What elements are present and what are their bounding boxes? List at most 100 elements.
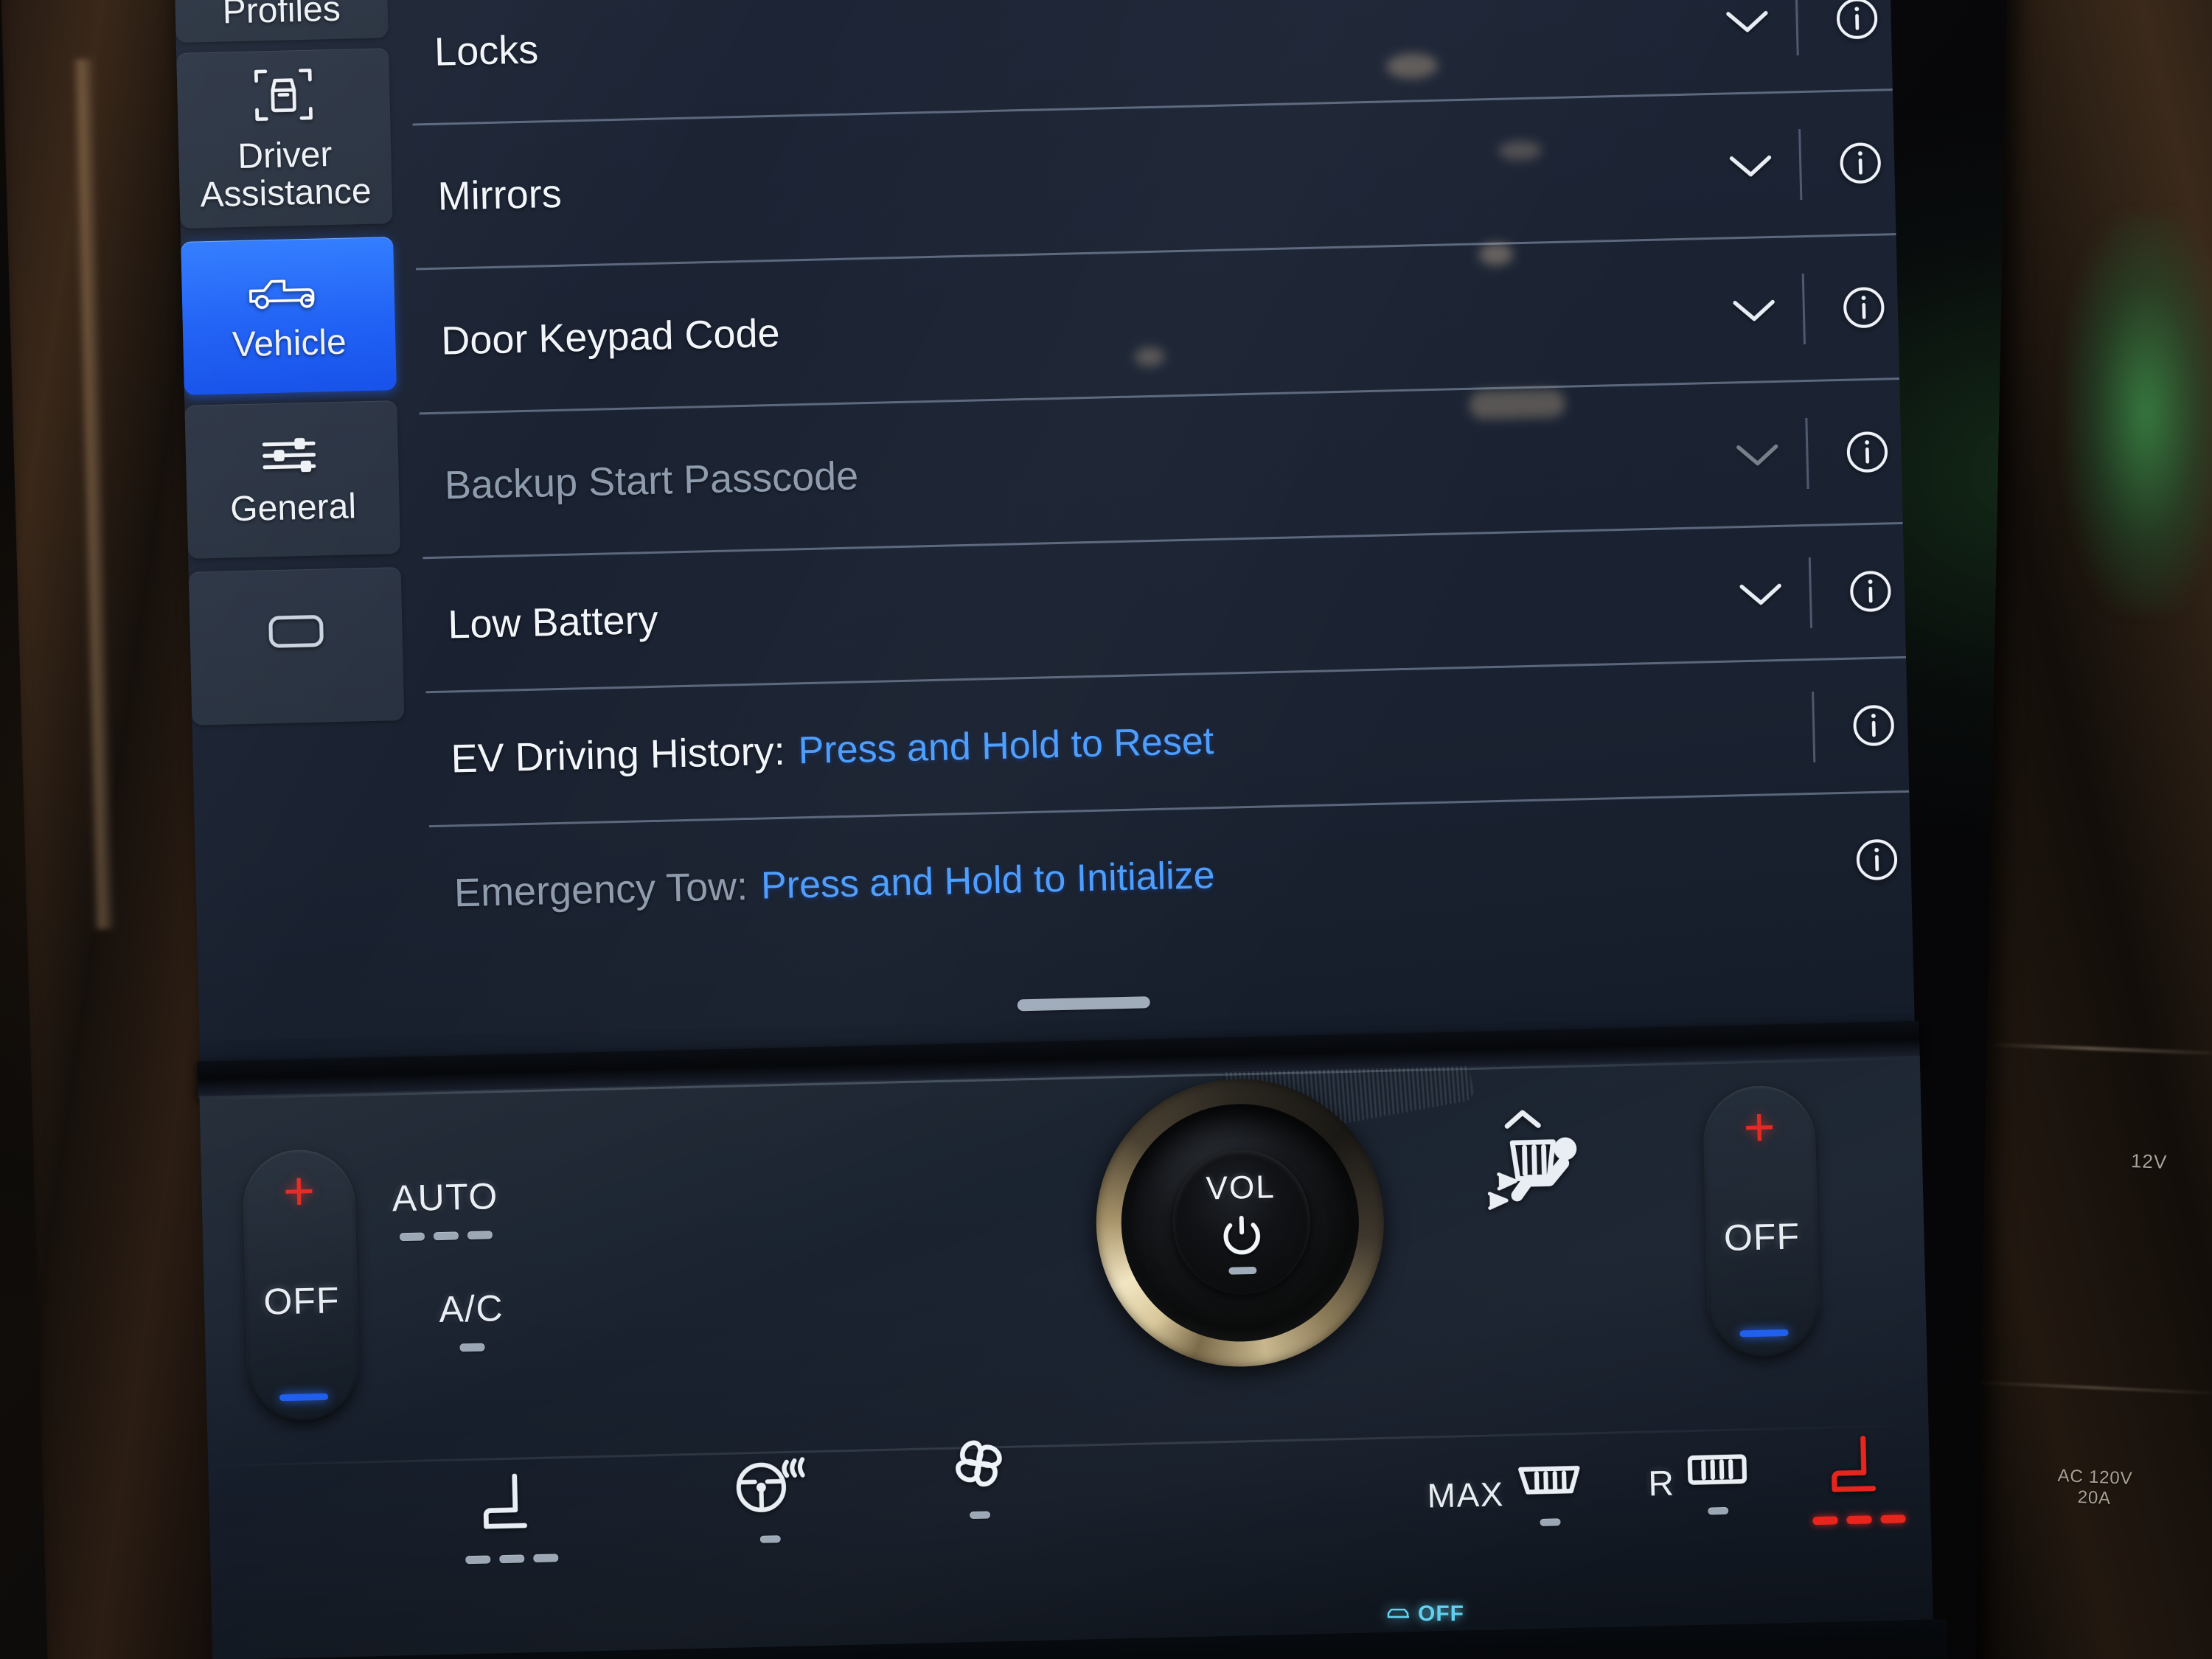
ambient-green-glow <box>2065 214 2212 612</box>
temp-up-icon[interactable]: + <box>282 1160 316 1222</box>
row-label: Door Keypad Code <box>440 310 781 364</box>
heated-steering-wheel-button[interactable] <box>730 1453 809 1543</box>
sidebar-item-vehicle[interactable]: Vehicle <box>181 237 397 395</box>
divider <box>1812 691 1816 762</box>
divider <box>1808 557 1813 628</box>
chevron-down-icon[interactable] <box>1716 578 1805 610</box>
volume-knob[interactable]: VOL <box>1093 1055 1475 1370</box>
row-controls <box>1785 824 1911 897</box>
sidebar-item-label: Driver Assistance <box>199 135 372 215</box>
info-icon[interactable] <box>1823 0 1891 42</box>
ac-button[interactable]: A/C <box>439 1287 505 1352</box>
dashboard-photo: 12V AC 120V 20A Personal Profiles <box>0 0 2212 1659</box>
heated-seat-right-button[interactable] <box>1811 1430 1906 1526</box>
divider <box>1798 128 1803 200</box>
left-climate-off-label[interactable]: OFF <box>263 1279 340 1323</box>
right-climate-off-label[interactable]: OFF <box>1723 1214 1800 1259</box>
row-label: Mirrors <box>437 171 563 219</box>
chevron-down-icon[interactable] <box>1706 150 1795 181</box>
sliders-icon <box>258 431 325 479</box>
infotainment-screen[interactable]: Personal Profiles <box>174 0 1915 1066</box>
label-ac-line1: AC 120V <box>2057 1465 2133 1489</box>
row-label: EV Driving History: <box>451 728 786 781</box>
row-controls <box>1712 416 1902 491</box>
heated-seat-icon <box>1824 1431 1892 1503</box>
rear-defrost-indicator <box>1708 1506 1729 1515</box>
panel-reflection <box>199 1055 1934 1659</box>
sidebar-item-display[interactable] <box>188 566 405 726</box>
sidebar-item-label: Vehicle <box>232 322 347 364</box>
airflow-direction-button[interactable] <box>1475 1105 1593 1233</box>
row-controls <box>1709 271 1899 347</box>
fan-speed-button[interactable] <box>943 1428 1015 1520</box>
max-front-defrost-button[interactable]: MAX <box>1427 1459 1586 1529</box>
info-icon[interactable] <box>1843 836 1911 883</box>
vehicle-off-indicator: OFF <box>1386 1601 1464 1627</box>
info-icon[interactable] <box>1839 701 1907 748</box>
row-label: Locks <box>434 27 539 74</box>
volume-label: VOL <box>1206 1169 1276 1207</box>
max-label: MAX <box>1427 1475 1505 1515</box>
center-console: Personal Profiles <box>174 0 1949 1659</box>
heated-wheel-indicator <box>759 1535 781 1543</box>
front-defrost-icon <box>1514 1459 1586 1511</box>
row-label: Backup Start Passcode <box>444 453 859 508</box>
temp-down-icon[interactable] <box>1739 1329 1789 1338</box>
sidebar-item-driver-assistance[interactable]: Driver Assistance <box>176 48 393 229</box>
initialize-emergency-tow-action[interactable]: Press and Hold to Initialize <box>760 853 1215 908</box>
row-controls <box>1782 689 1908 762</box>
power-icon <box>1217 1212 1267 1262</box>
right-temperature-rocker[interactable]: + OFF <box>1702 1085 1821 1360</box>
label-12v-outlet: 12V <box>2130 1150 2168 1173</box>
auto-climate-button[interactable]: AUTO <box>392 1175 499 1242</box>
left-temperature-rocker[interactable]: + OFF <box>242 1148 361 1425</box>
sidebar-item-label: Personal Profiles <box>222 0 341 32</box>
ac-indicator <box>459 1343 485 1352</box>
row-controls <box>1716 554 1905 630</box>
max-defrost-indicator <box>1540 1518 1561 1526</box>
panel-drag-handle[interactable] <box>1017 996 1150 1012</box>
power-indicator <box>1228 1266 1257 1275</box>
auto-label: AUTO <box>392 1175 499 1220</box>
row-label: Low Battery <box>447 597 659 647</box>
chevron-down-icon[interactable] <box>1709 294 1798 326</box>
label-ac-outlet: AC 120V 20A <box>2056 1466 2133 1511</box>
pickup-truck-icon <box>246 268 330 315</box>
airflow-direction-icon <box>1475 1105 1593 1233</box>
row-label: Emergency Tow: <box>453 864 748 916</box>
vehicle-off-label: OFF <box>1418 1601 1464 1626</box>
rear-defrost-icon <box>1683 1449 1752 1499</box>
divider <box>1795 0 1799 55</box>
chevron-down-icon[interactable] <box>1713 439 1802 470</box>
heated-seat-indicator <box>1812 1514 1906 1526</box>
heated-steering-wheel-icon <box>730 1453 808 1523</box>
settings-sidebar: Personal Profiles <box>174 0 421 1066</box>
chevron-down-icon[interactable] <box>1703 5 1792 37</box>
info-icon[interactable] <box>1826 139 1894 187</box>
divider <box>1805 417 1809 489</box>
temp-up-icon[interactable]: + <box>1742 1096 1775 1158</box>
row-controls <box>1703 0 1892 58</box>
info-icon[interactable] <box>1836 567 1905 614</box>
ac-label: A/C <box>438 1287 504 1331</box>
rear-defrost-button[interactable]: R <box>1647 1449 1752 1516</box>
fan-icon <box>943 1428 1014 1499</box>
car-icon <box>1386 1605 1411 1623</box>
climate-control-panel: + OFF AUTO A/C VOL + OFF MAX R <box>199 1055 1934 1659</box>
reset-ev-history-action[interactable]: Press and Hold to Reset <box>798 719 1214 773</box>
sidebar-item-personal-profiles[interactable]: Personal Profiles <box>174 0 389 43</box>
seat-icon <box>476 1469 545 1543</box>
settings-list[interactable]: Locks Mirrors Door Keypad Code Backup St… <box>408 0 1913 1002</box>
sidebar-item-general[interactable]: General <box>184 400 401 559</box>
sidebar-item-label: General <box>229 486 357 529</box>
divider <box>1801 273 1806 344</box>
seat-climate-button[interactable] <box>463 1468 559 1565</box>
info-icon[interactable] <box>1829 284 1898 331</box>
auto-indicator <box>399 1231 493 1242</box>
display-screen-icon <box>265 610 327 653</box>
label-ac-line2: 20A <box>2077 1487 2112 1509</box>
row-controls <box>1705 127 1895 202</box>
info-icon[interactable] <box>1833 428 1902 476</box>
temp-down-icon[interactable] <box>279 1393 329 1402</box>
rear-defrost-label: R <box>1647 1464 1676 1503</box>
